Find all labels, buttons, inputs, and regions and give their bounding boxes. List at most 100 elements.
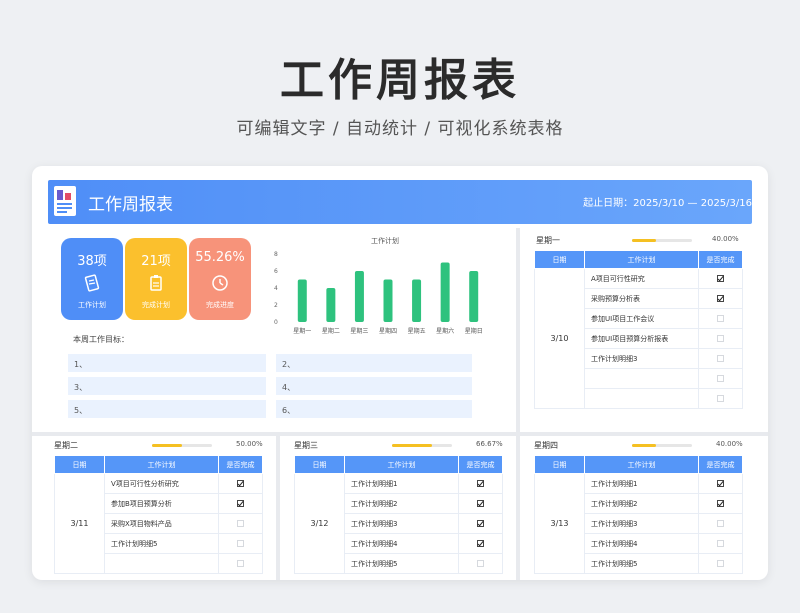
checkbox[interactable] bbox=[717, 335, 724, 342]
checkbox[interactable] bbox=[477, 520, 484, 527]
stat-label: 工作计划 bbox=[78, 301, 106, 309]
stat-total-plans: 38项 工作计划 bbox=[61, 238, 123, 320]
checkbox[interactable] bbox=[477, 560, 484, 567]
plan-cell[interactable]: 参加UI项目工作会议 bbox=[584, 308, 699, 329]
done-cell[interactable] bbox=[458, 493, 503, 514]
day-progress-bar bbox=[632, 239, 692, 242]
plan-cell[interactable] bbox=[584, 368, 699, 389]
done-cell[interactable] bbox=[698, 513, 743, 534]
plan-cell[interactable]: 工作计划明细2 bbox=[344, 493, 459, 514]
checkbox[interactable] bbox=[477, 500, 484, 507]
done-cell[interactable] bbox=[698, 328, 743, 349]
checkbox[interactable] bbox=[717, 355, 724, 362]
checkbox[interactable] bbox=[237, 560, 244, 567]
day-plan-table: 日期 工作计划 是否完成 3/12 工作计划明细1 工作计划明细2 工作计划明细3 工作计划明… bbox=[294, 455, 503, 574]
day-plan-table: 日期 工作计划 是否完成 3/13 工作计划明细1 工作计划明细2 工作计划明细3 工作计划明… bbox=[534, 455, 743, 574]
plan-cell[interactable]: V项目可行性分析研究 bbox=[104, 473, 219, 494]
checkbox[interactable] bbox=[237, 520, 244, 527]
goal-item[interactable]: 1、 bbox=[68, 354, 266, 372]
report-header: 工作周报表 起止日期：2025/3/10 — 2025/3/16 bbox=[48, 180, 752, 224]
done-cell[interactable] bbox=[218, 553, 263, 574]
done-cell[interactable] bbox=[218, 493, 263, 514]
bar-chart-svg: 8 6 4 2 0 星期一 星期二 星期三 星期四 星期五 星期六 星期日 bbox=[274, 251, 483, 335]
done-cell[interactable] bbox=[458, 533, 503, 554]
plan-cell[interactable]: 工作计划明细1 bbox=[584, 473, 699, 494]
plan-cell[interactable]: 工作计划明细1 bbox=[344, 473, 459, 494]
done-cell[interactable] bbox=[458, 513, 503, 534]
plan-cell[interactable]: 工作计划明细5 bbox=[344, 553, 459, 574]
done-cell[interactable] bbox=[698, 348, 743, 369]
plan-cell[interactable]: 采购预算分析表 bbox=[584, 288, 699, 309]
x-tick-label: 星期五 bbox=[408, 327, 426, 335]
day-progress-percent: 40.00% bbox=[716, 440, 743, 448]
done-cell[interactable] bbox=[218, 533, 263, 554]
table-header-row: 日期 工作计划 是否完成 bbox=[54, 455, 263, 474]
chart-bar bbox=[383, 279, 393, 322]
clock-icon bbox=[212, 275, 228, 291]
checkbox[interactable] bbox=[717, 540, 724, 547]
col-header-date: 日期 bbox=[534, 455, 585, 474]
day-progress-bar bbox=[632, 444, 692, 447]
checkbox[interactable] bbox=[717, 480, 724, 487]
plan-cell[interactable]: 工作计划明细5 bbox=[104, 533, 219, 554]
checkbox[interactable] bbox=[237, 500, 244, 507]
chart-bar bbox=[440, 262, 450, 322]
done-cell[interactable] bbox=[218, 513, 263, 534]
done-cell[interactable] bbox=[218, 473, 263, 494]
done-cell[interactable] bbox=[698, 493, 743, 514]
plan-cell[interactable]: A项目可行性研究 bbox=[584, 268, 699, 289]
done-cell[interactable] bbox=[698, 533, 743, 554]
hero-title: 工作周报表 bbox=[280, 55, 520, 106]
plan-cell[interactable]: 工作计划明细4 bbox=[344, 533, 459, 554]
done-cell[interactable] bbox=[458, 553, 503, 574]
plan-cell[interactable]: 工作计划明细3 bbox=[584, 513, 699, 534]
checkbox[interactable] bbox=[477, 540, 484, 547]
plan-cell[interactable]: 采购X项目物料产品 bbox=[104, 513, 219, 534]
col-header-date: 日期 bbox=[294, 455, 345, 474]
done-cell[interactable] bbox=[698, 288, 743, 309]
checkbox[interactable] bbox=[717, 395, 724, 402]
done-cell[interactable] bbox=[698, 473, 743, 494]
checkbox[interactable] bbox=[717, 275, 724, 282]
plan-cell[interactable]: 参加UI项目预算分析报表 bbox=[584, 328, 699, 349]
chart-bar bbox=[469, 271, 479, 322]
done-cell[interactable] bbox=[698, 268, 743, 289]
goal-item[interactable]: 4、 bbox=[276, 377, 472, 395]
checkbox[interactable] bbox=[717, 315, 724, 322]
done-cell[interactable] bbox=[698, 553, 743, 574]
plan-cell[interactable] bbox=[104, 553, 219, 574]
done-cell[interactable] bbox=[458, 473, 503, 494]
checkbox[interactable] bbox=[717, 500, 724, 507]
goal-item[interactable]: 5、 bbox=[68, 400, 266, 418]
day-progress-bar bbox=[152, 444, 212, 447]
plan-cell[interactable]: 工作计划明细4 bbox=[584, 533, 699, 554]
clipboard-icon bbox=[150, 275, 162, 291]
goal-item[interactable]: 6、 bbox=[276, 400, 472, 418]
plan-cell[interactable]: 工作计划明细2 bbox=[584, 493, 699, 514]
goal-item[interactable]: 3、 bbox=[68, 377, 266, 395]
plan-cell[interactable]: 参加B项目预算分析 bbox=[104, 493, 219, 514]
checkbox[interactable] bbox=[477, 480, 484, 487]
y-tick-label: 2 bbox=[274, 302, 278, 309]
day-plan-table: 日期 工作计划 是否完成 3/10 A项目可行性研究 采购预算分析表 参加UI项目工作会议参… bbox=[534, 250, 743, 409]
checkbox[interactable] bbox=[237, 480, 244, 487]
checkbox[interactable] bbox=[717, 560, 724, 567]
plan-cell[interactable]: 工作计划明细3 bbox=[344, 513, 459, 534]
plan-cell[interactable]: 工作计划明细3 bbox=[584, 348, 699, 369]
progress-fill bbox=[632, 444, 656, 447]
checkbox[interactable] bbox=[237, 540, 244, 547]
done-cell[interactable] bbox=[698, 388, 743, 409]
plan-cell[interactable] bbox=[584, 388, 699, 409]
col-header-plan: 工作计划 bbox=[344, 455, 459, 474]
done-cell[interactable] bbox=[698, 368, 743, 389]
goal-item[interactable]: 2、 bbox=[276, 354, 472, 372]
divider bbox=[32, 432, 768, 436]
col-header-done: 是否完成 bbox=[458, 455, 503, 474]
checkbox[interactable] bbox=[717, 295, 724, 302]
chart-bar bbox=[412, 279, 422, 322]
checkbox[interactable] bbox=[717, 520, 724, 527]
checkbox[interactable] bbox=[717, 375, 724, 382]
plan-cell[interactable]: 工作计划明细5 bbox=[584, 553, 699, 574]
col-header-date: 日期 bbox=[54, 455, 105, 474]
done-cell[interactable] bbox=[698, 308, 743, 329]
